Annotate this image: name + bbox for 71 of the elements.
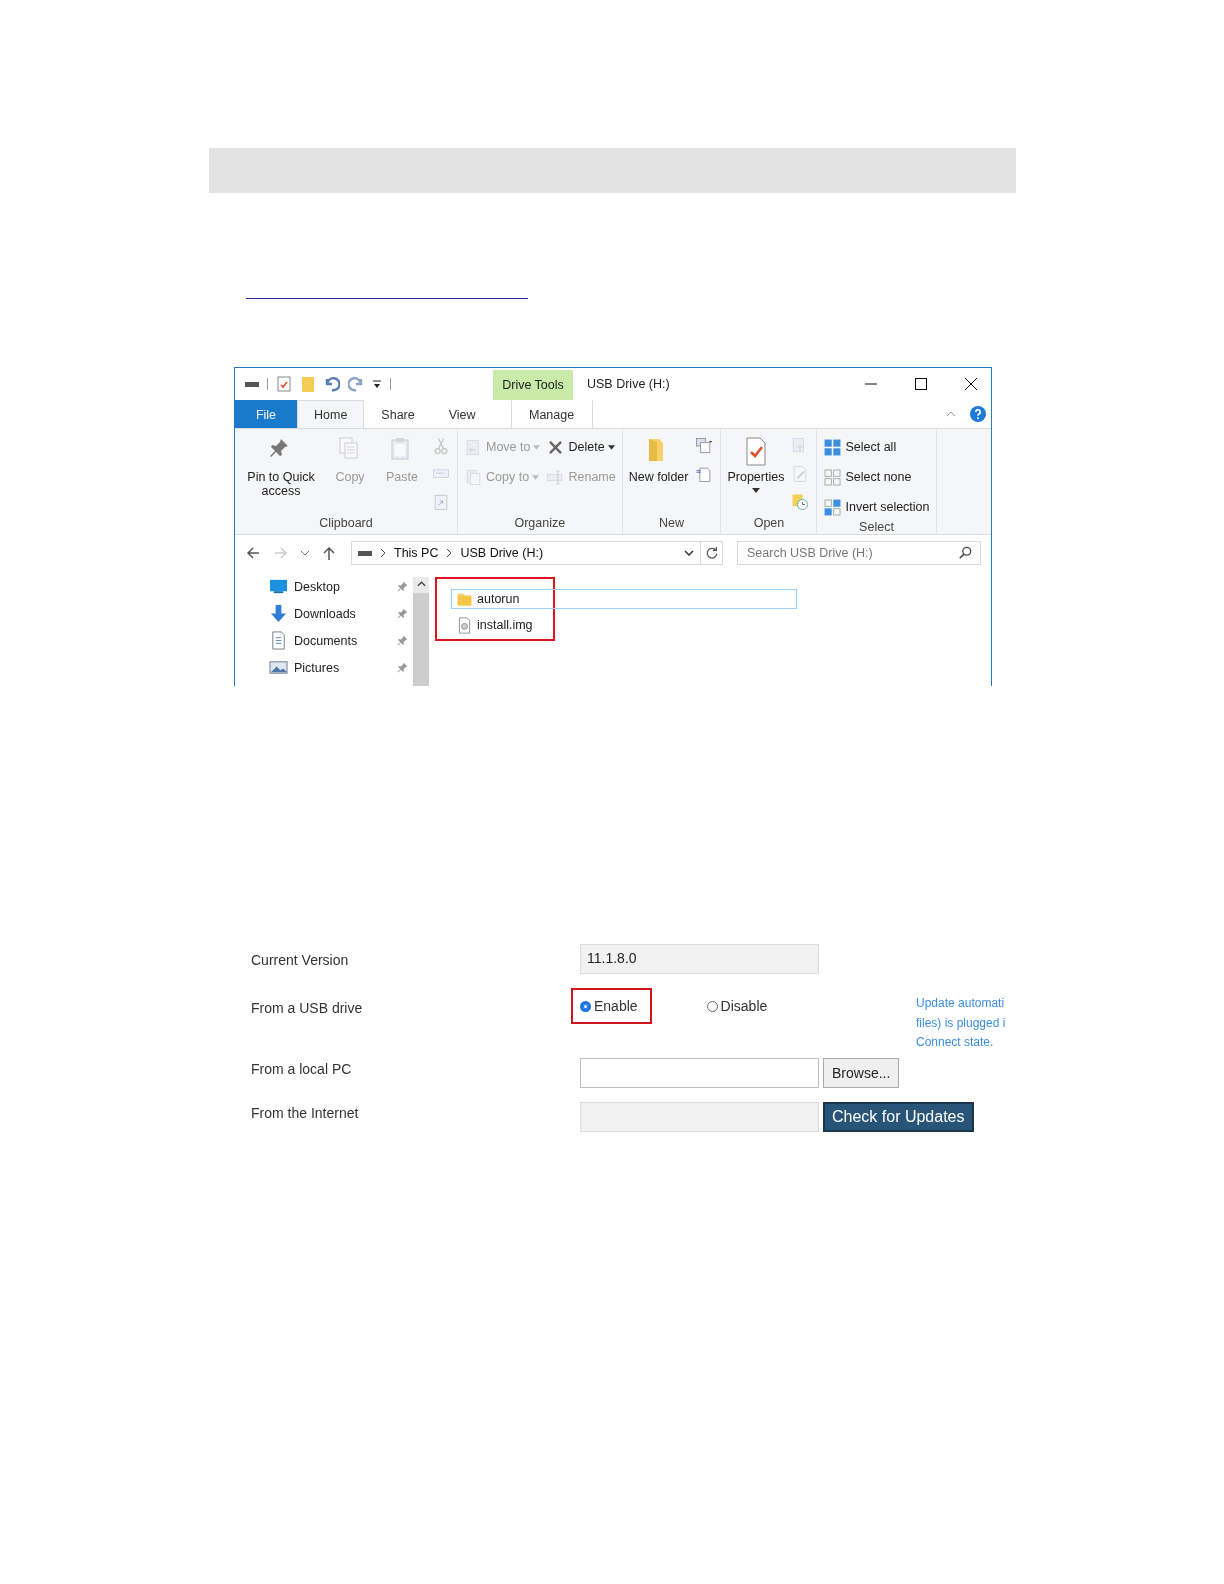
- radio-option[interactable]: Disable: [697, 988, 782, 1024]
- grid-icon: [823, 467, 843, 487]
- group-label: Organize: [513, 515, 567, 532]
- ribbon-tab[interactable]: File: [235, 400, 297, 428]
- field-label: From the Internet: [251, 1104, 360, 1123]
- properties-icon[interactable]: [276, 376, 292, 392]
- help-text: Update automati files) is plugged i Connect state.: [916, 995, 1006, 1051]
- copy-icon: [464, 467, 483, 487]
- nav-item[interactable]: Desktop: [294, 579, 390, 594]
- group-label: Open: [752, 515, 786, 532]
- history-icon[interactable]: [790, 492, 811, 512]
- group-label: Select: [858, 519, 895, 536]
- ribbon-tab[interactable]: View: [431, 400, 493, 428]
- ribbon-button[interactable]: Properties: [727, 436, 785, 493]
- breadcrumb-item[interactable]: USB Drive (H:): [460, 546, 544, 560]
- group-label: New: [658, 515, 686, 532]
- file-item[interactable]: autorun: [451, 589, 797, 609]
- search-icon[interactable]: [958, 546, 972, 560]
- undo-icon[interactable]: [324, 376, 340, 392]
- ribbon-button[interactable]: Invert selection: [823, 496, 930, 518]
- field-label: Current Version: [251, 951, 350, 970]
- field-label: From a USB drive: [251, 999, 364, 1018]
- down-arrow-icon: [269, 604, 288, 623]
- new-item-icon[interactable]: [694, 436, 715, 456]
- file-path-field[interactable]: [580, 1058, 819, 1088]
- drive-icon[interactable]: [245, 381, 259, 387]
- version-field: 11.1.8.0: [580, 944, 819, 974]
- ribbon-button[interactable]: Delete: [546, 436, 616, 458]
- ribbon-button[interactable]: Pin to Quick access: [241, 436, 321, 498]
- ribbon-tab[interactable]: Share: [364, 400, 432, 428]
- breadcrumb-item[interactable]: This PC: [394, 546, 439, 560]
- ribbon-button[interactable]: Select all: [823, 436, 930, 458]
- browse-button[interactable]: Browse...: [823, 1058, 900, 1088]
- group-label: Clipboard: [318, 515, 374, 532]
- chevron-icon: [446, 549, 453, 557]
- check-updates-button[interactable]: Check for Updates: [823, 1102, 974, 1132]
- drive-icon: [358, 550, 372, 556]
- window-title: USB Drive (H:): [586, 376, 671, 393]
- monitor-icon: [269, 577, 288, 596]
- scrollbar[interactable]: [413, 577, 429, 686]
- ribbon-button[interactable]: Select none: [823, 466, 930, 488]
- nav-item[interactable]: Documents: [294, 633, 390, 648]
- ribbon-button[interactable]: New folder: [628, 436, 689, 484]
- up-arrow-icon[interactable]: [321, 545, 337, 561]
- context-label: Drive Tools: [493, 370, 573, 400]
- nav-item[interactable]: Pictures: [294, 660, 390, 675]
- document-icon: [269, 631, 288, 650]
- dropdown-icon[interactable]: [372, 379, 382, 389]
- collapse-icon[interactable]: [946, 411, 956, 417]
- field-label: From a local PC: [251, 1060, 353, 1079]
- scroll-up-icon[interactable]: [416, 581, 426, 587]
- nav-item[interactable]: Downloads: [294, 606, 390, 621]
- search-field[interactable]: Search USB Drive (H:): [737, 541, 981, 565]
- picture-icon: [269, 658, 288, 677]
- grid-icon: [823, 437, 843, 457]
- dropdown-icon[interactable]: [684, 550, 694, 556]
- grid-icon: [823, 497, 843, 517]
- disc-file-icon: [456, 616, 473, 634]
- ribbon-tab[interactable]: Home: [297, 400, 365, 428]
- close-icon[interactable]: [965, 378, 977, 390]
- refresh-icon: [704, 546, 719, 560]
- maximize-icon[interactable]: [915, 378, 927, 390]
- chevron-icon: [380, 549, 386, 557]
- radio-option[interactable]: Enable: [571, 988, 652, 1024]
- caret-icon[interactable]: [301, 550, 309, 556]
- help-icon[interactable]: [970, 406, 986, 422]
- back-icon[interactable]: [245, 545, 261, 561]
- file-item[interactable]: install.img: [451, 615, 797, 635]
- address-bar[interactable]: This PC USB Drive (H:): [351, 541, 701, 565]
- refresh-button[interactable]: [701, 541, 723, 565]
- redo-icon[interactable]: [348, 376, 364, 392]
